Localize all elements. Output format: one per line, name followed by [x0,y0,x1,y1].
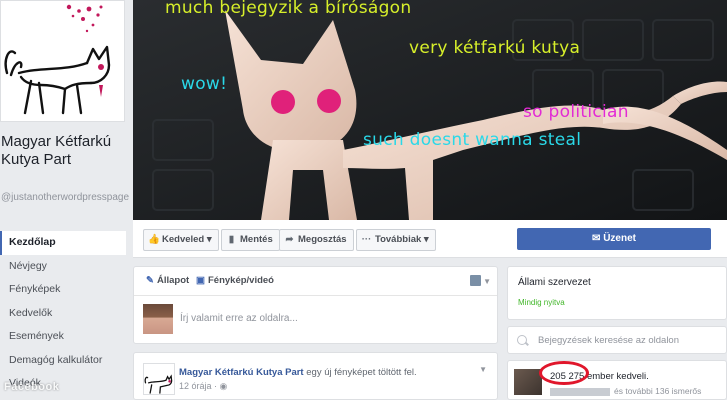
nav-item-photos[interactable]: Fényképek [0,278,126,302]
about-card: Állami szervezet Mindig nyitva [507,266,727,320]
search-icon [517,335,527,345]
post-options-chevron-icon[interactable]: ▼ [479,365,487,374]
nav-item-about[interactable]: Névjegy [0,255,126,279]
message-button[interactable]: ✉ Üzenet [517,228,711,250]
page-action-bar: 👍 Kedveled ▾ ▮ Mentés ➦ Megosztás ··· Tovább… [133,220,727,258]
message-label: Üzenet [603,233,636,244]
two-tailed-dog-logo [144,374,173,394]
post-action-text: egy új fényképet töltött fel. [306,367,417,378]
page-navigation: Kezdőlap Névjegy Fényképek Kedvelők Esem… [0,231,126,396]
pencil-icon: ✎ [146,275,154,286]
more-dots-icon: ··· [361,234,372,245]
page-search: Bejegyzések keresése az oldalon [507,326,727,354]
bookmark-icon: ▮ [228,234,235,245]
camera-icon: ▣ [196,275,205,286]
cover-caption-4: so politician [523,102,629,122]
post-author-avatar[interactable] [143,363,175,395]
page-category[interactable]: Állami szervezet [518,277,591,288]
tab-photo-video[interactable]: ▣ Fénykép/videó [196,275,274,286]
nav-item-demagog-calculator[interactable]: Demagóg kalkulátor [0,349,126,373]
post-composer: ✎ Állapot ▣ Fénykép/videó ▼ Írj valamit er… [133,266,498,344]
share-icon: ➦ [285,234,294,245]
profile-picture[interactable] [0,0,125,122]
more-button[interactable]: ··· Továbbiak ▾ [356,229,436,251]
post-author-link[interactable]: Magyar Kétfarkú Kutya Part [179,367,304,378]
likes-card: 205 275 ember kedveli. és további 136 is… [507,360,727,400]
cover-caption-3: wow! [181,74,228,94]
save-label: Mentés [240,234,273,245]
save-button[interactable]: ▮ Mentés [221,229,280,251]
chevron-down-icon[interactable]: ▼ [483,277,491,286]
highlight-circle-annotation [539,361,589,385]
page-identity-icon[interactable] [470,275,481,286]
blurred-friend-names [550,387,610,396]
tab-status[interactable]: ✎ Állapot [146,275,189,286]
friends-count-text: és további 136 ismerős [614,386,702,396]
share-label: Megosztás [298,234,347,245]
clay-dog-figure [133,0,727,220]
cover-caption-1: much bejegyzik a bíróságon [165,0,412,18]
nav-item-events[interactable]: Események [0,325,126,349]
two-tailed-dog-logo [4,4,111,115]
page-title[interactable]: Magyar Kétfarkú Kutya Part [1,133,131,169]
facebook-watermark: Facebook [4,381,60,393]
friends-who-like[interactable]: és további 136 ismerős [550,386,701,396]
user-avatar [143,304,173,334]
composer-input[interactable]: Írj valamit erre az oldalra... [180,313,298,324]
search-input[interactable]: Bejegyzések keresése az oldalon [538,335,679,346]
open-status: Mindig nyitva [518,298,565,307]
composer-divider [134,295,497,296]
like-label: Kedveled [162,234,205,245]
thumbs-up-icon: 👍 [148,234,160,245]
cover-caption-5: such doesnt wanna steal [363,130,582,150]
page-username[interactable]: @justanotherwordpresspage [1,192,131,203]
post-header: Magyar Kétfarkú Kutya Part egy új fényké… [179,367,417,378]
post-meta: 12 órája · ◉ [179,381,228,391]
cover-caption-2: very kétfarkú kutya [409,38,581,58]
more-label: Továbbiak [375,234,422,245]
post-timestamp[interactable]: 12 órája [179,381,212,391]
globe-icon: ◉ [219,381,228,391]
status-tab-label: Állapot [156,275,190,286]
friend-avatar[interactable] [514,369,542,395]
share-button[interactable]: ➦ Megosztás [279,229,354,251]
feed-post: Magyar Kétfarkú Kutya Part egy új fényké… [133,352,498,400]
nav-item-home[interactable]: Kezdőlap [0,231,126,255]
messenger-icon: ✉ [592,233,601,244]
left-sidebar: Magyar Kétfarkú Kutya Part @justanotherw… [0,0,133,400]
photo-tab-label: Fénykép/videó [207,275,274,286]
nav-item-likes[interactable]: Kedvelők [0,302,126,326]
like-button[interactable]: 👍 Kedveled ▾ [143,229,219,251]
cover-photo[interactable]: much bejegyzik a bíróságon very kétfarkú… [133,0,727,220]
likes-suffix: ember kedveli. [586,371,649,382]
